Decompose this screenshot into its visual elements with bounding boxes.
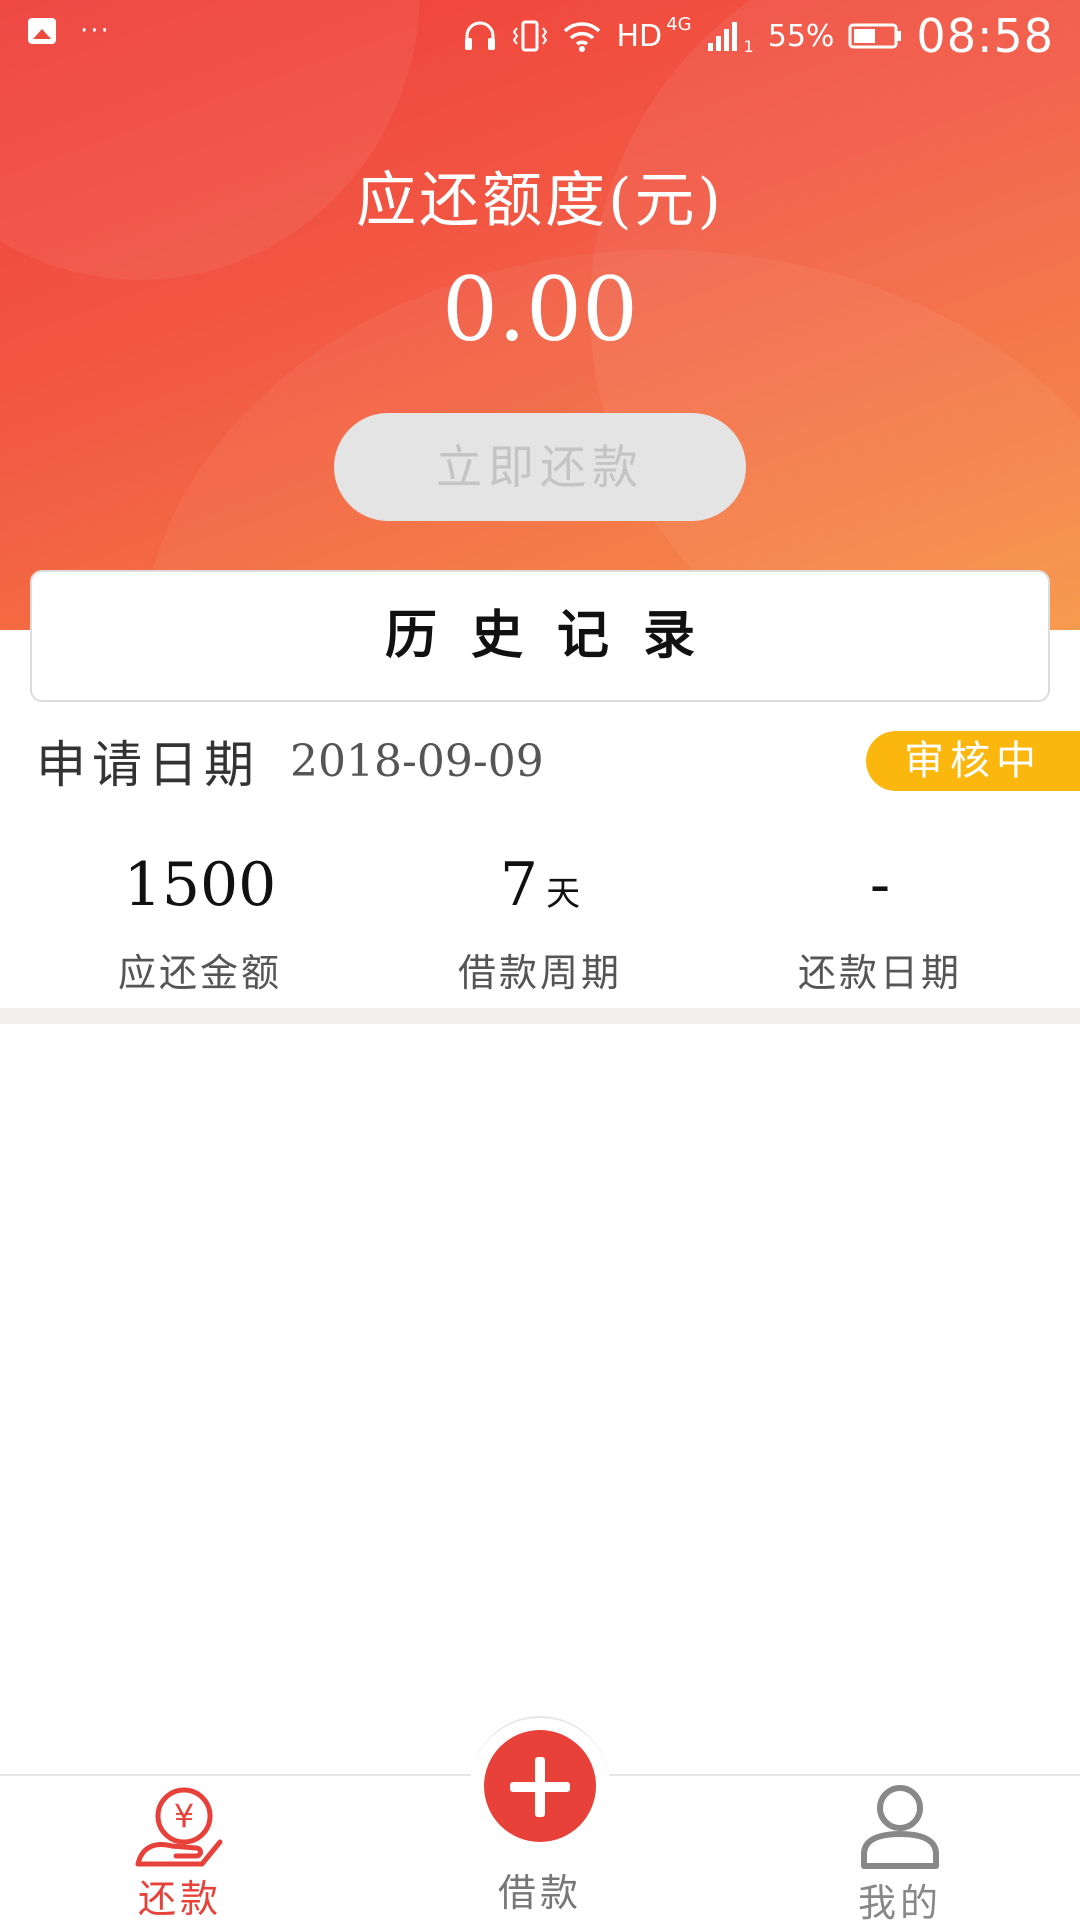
svg-text:¥: ¥ — [174, 1797, 194, 1835]
section-divider — [0, 1008, 1080, 1024]
network-type: HD — [616, 18, 663, 54]
period-value: 7 — [499, 850, 539, 920]
due-amount-value: 0.00 — [442, 258, 638, 361]
repay-date-label: 还款日期 — [797, 951, 962, 995]
due-amount-title: 应还额度(元) — [356, 166, 724, 236]
apply-date-label: 申请日期 — [36, 736, 260, 794]
image-icon — [28, 18, 56, 44]
repay-date-value: - — [869, 850, 891, 920]
tab-mine-label: 我的 — [857, 1881, 942, 1920]
history-records-header[interactable]: 历史记录 — [30, 570, 1050, 702]
amount-label: 应还金额 — [117, 951, 282, 995]
clock: 08:58 — [916, 9, 1054, 63]
plus-icon[interactable] — [484, 1730, 596, 1842]
yen-hand-icon: ¥ — [135, 1787, 223, 1867]
headphones-icon — [465, 21, 496, 50]
amount-value: 1500 — [123, 850, 277, 920]
period-label: 借款周期 — [457, 951, 622, 995]
stat-amount: 1500 应还金额 — [30, 848, 370, 997]
period-unit: 天 — [546, 874, 581, 914]
period-value-row: 7天 — [370, 848, 710, 922]
more-notifications: ··· — [80, 16, 111, 46]
tab-borrow-label: 借款 — [497, 1871, 582, 1915]
stat-period: 7天 借款周期 — [370, 848, 710, 997]
stat-repay-date: - 还款日期 — [710, 848, 1050, 997]
status-bar: ··· HD 4G 1 55% 08:58 — [0, 0, 1080, 72]
battery-icon — [848, 23, 902, 49]
repay-now-button[interactable]: 立即还款 — [334, 413, 746, 521]
status-badge: 审核中 — [866, 731, 1080, 791]
network-generation: 4G — [666, 13, 692, 35]
tab-repay-label: 还款 — [137, 1877, 222, 1920]
apply-date-value: 2018-09-09 — [290, 735, 544, 787]
signal-icon — [707, 22, 737, 51]
sim-slot: 1 — [743, 36, 754, 56]
wifi-icon — [564, 22, 601, 52]
vibrate-icon — [513, 20, 548, 52]
record-header: 申请日期 2018-09-09 — [36, 726, 544, 796]
battery-percent: 55% — [767, 18, 835, 54]
user-icon — [861, 1785, 939, 1869]
